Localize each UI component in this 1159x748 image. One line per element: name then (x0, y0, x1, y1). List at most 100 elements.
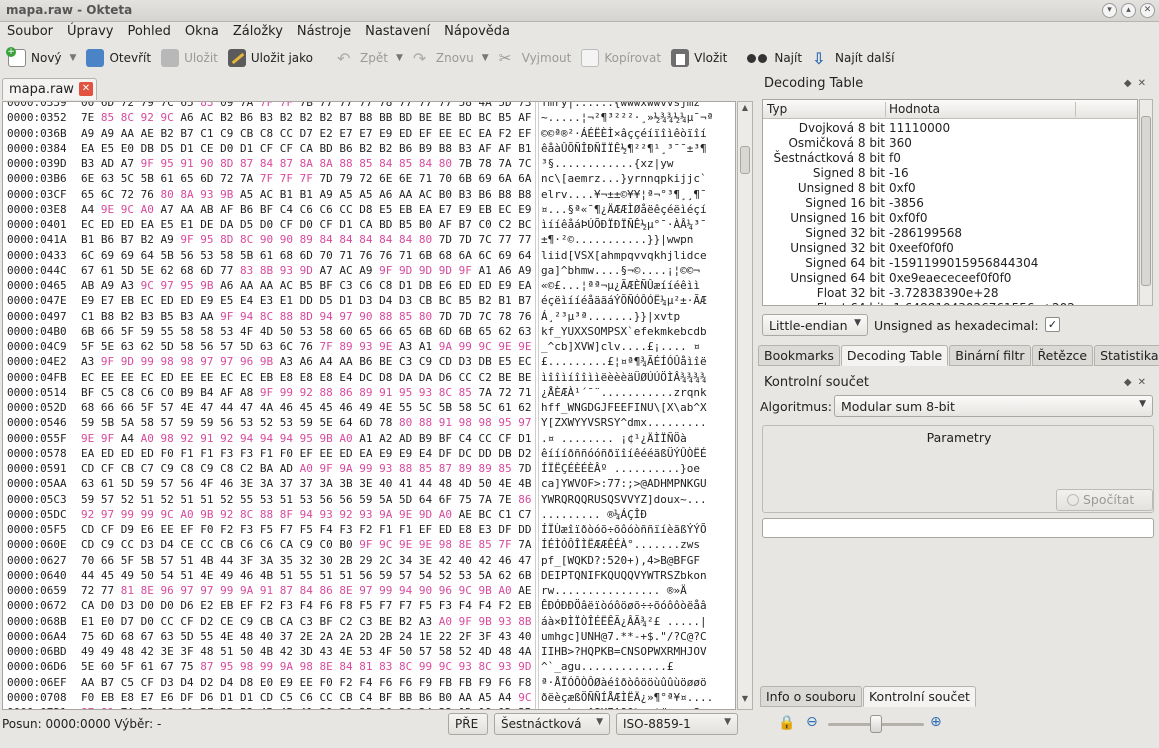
row-ascii[interactable]: DEIPTQNIFKQUQQVYWTRSZbkon (541, 568, 735, 583)
decoding-value[interactable]: 0xeef0f0f0 (889, 241, 954, 256)
tab-bookmarks[interactable]: Bookmarks (758, 345, 840, 366)
decoding-row[interactable]: Float 32 bit -3.72838390e+28 (763, 286, 1137, 301)
decoding-value[interactable]: 11110000 (889, 121, 950, 136)
value-coding-select[interactable]: Šestnáctková ▼ (494, 713, 610, 735)
row-ascii[interactable]: ..zrha_[SKEA90% $#...+8= (541, 705, 735, 709)
tab-file-info[interactable]: Info o souboru (760, 686, 862, 707)
row-ascii[interactable]: ga]^bhmw....§¬©....¡¦©©¬ (541, 263, 735, 278)
row-ascii[interactable]: ca]YWVOF>:77:;>@ADHMPNKGU (541, 476, 735, 491)
endian-select[interactable]: Little-endian ▼ (762, 314, 868, 336)
row-ascii[interactable]: Á¸²³µ³ª.......}}|xvtp (541, 309, 735, 324)
redo-button[interactable]: ↷ Znovu ▼ (409, 45, 495, 71)
row-ascii[interactable]: IIHB>?HQPKB=CNSOPWXRMHJOV (541, 644, 735, 659)
row-ascii[interactable]: «©£...¦ªª¬µ¿ÃÆÈÑÛæííéêìì (541, 278, 735, 293)
tab-strings[interactable]: Řetězce (1031, 345, 1094, 366)
row-hex-bytes[interactable]: E9 E7 EB EC ED ED E9 E5 E4 E3 E1 DD D5 D… (81, 293, 536, 308)
row-ascii[interactable]: _^cb]XVW]clv....£¡.... ¤ (541, 339, 735, 354)
row-hex-bytes[interactable]: 6E 63 5C 5B 61 65 6D 72 7A 7F 7F 7F 7D 7… (81, 171, 536, 186)
decoding-row[interactable]: Float 64 bit -1.64881043026761556e+202 (763, 301, 1137, 305)
decoding-value[interactable]: -286199568 (889, 226, 962, 241)
row-hex-bytes[interactable]: EC EE EE EC ED EE EE EC EC EB E8 E8 E8 E… (81, 370, 536, 385)
decoding-row[interactable]: Signed 16 bit -3856 (763, 196, 1137, 211)
row-ascii[interactable]: ÍÉÌÓÔÎÌËÆÆÊÉÀ°.......zws (541, 537, 735, 552)
decoding-value[interactable]: 0xf0f0 (889, 211, 927, 226)
row-hex-bytes[interactable]: C1 B8 B2 B3 B5 B3 AA 9F 94 8C 88 8D 94 9… (81, 309, 536, 324)
row-hex-bytes[interactable]: 59 5B 5A 58 57 59 59 56 53 52 53 59 5E 6… (81, 415, 536, 430)
decoding-row[interactable]: Šestnáctková 8 bit f0 (763, 151, 1137, 166)
zoom-out-icon[interactable]: ⊖ (806, 714, 818, 730)
menu-zalozky[interactable]: Záložky (226, 22, 290, 42)
row-hex-bytes[interactable]: CD CF D9 E6 EE EF F0 F2 F3 F5 F7 F5 F4 F… (81, 522, 536, 537)
row-hex-bytes[interactable]: 6C 69 69 64 5B 56 53 58 5B 61 68 6D 70 7… (81, 248, 536, 263)
row-hex-bytes[interactable]: A9 A9 AA AE B2 B7 C1 C9 CB C8 CC D7 E2 E… (81, 126, 536, 141)
row-ascii[interactable]: umhgc]UNH@7.**-+$."/?C@?C (541, 629, 735, 644)
scroll-up-icon[interactable]: ▲ (738, 103, 752, 117)
row-hex-bytes[interactable]: 68 66 66 5F 57 4E 47 44 47 4A 46 45 45 4… (81, 400, 536, 415)
find-next-button[interactable]: ⇩ Najít další (808, 45, 900, 71)
chevron-down-icon[interactable]: ▼ (482, 53, 489, 63)
save-button[interactable]: Uložit (157, 45, 224, 71)
save-as-button[interactable]: Uložit jako (224, 45, 319, 71)
row-ascii[interactable]: ^`_agu.............£ (541, 659, 735, 674)
open-button[interactable]: Otevřít (82, 45, 157, 71)
row-hex-bytes[interactable]: 7E 85 8C 92 9C A6 AC B2 B6 B3 B2 B2 B2 B… (81, 110, 536, 125)
row-hex-bytes[interactable]: 63 61 5D 59 57 56 4F 46 3E 3A 37 37 3A 3… (81, 476, 536, 491)
zoom-slider-handle[interactable] (870, 715, 882, 733)
row-ascii[interactable]: kf_YUXXSOMPSX`efekmkebcdb (541, 324, 735, 339)
col-value-header[interactable]: Hodnota (889, 102, 940, 116)
file-tab[interactable]: mapa.raw ✕ (2, 78, 97, 100)
row-ascii[interactable]: rw................ ®»Ä (541, 583, 735, 598)
row-hex-bytes[interactable]: F0 EB E8 E7 E6 DF D6 D1 D1 CD C5 C6 CC C… (81, 690, 536, 705)
minimize-icon[interactable]: ▾ (1102, 3, 1117, 18)
menu-soubor[interactable]: Soubor (0, 22, 60, 42)
row-hex-bytes[interactable]: EC ED ED EA E5 E1 DE DA D5 D0 CF D0 CF D… (81, 217, 536, 232)
row-ascii[interactable]: nc\[aemrz...}yrnnqpkijjc` (541, 171, 735, 186)
decoding-value[interactable]: -16 (889, 166, 909, 181)
row-hex-bytes[interactable]: 87 81 7A 72 68 61 5F 5B 53 4B 45 41 39 3… (81, 705, 536, 709)
row-hex-bytes[interactable]: 00 6D 72 79 7C 65 83 09 7A 7F 7F 7B 77 7… (81, 102, 536, 110)
col-type-header[interactable]: Typ (767, 102, 787, 116)
row-hex-bytes[interactable]: CD C9 CC D3 D4 CE CC CB C6 C6 CA C9 C0 B… (81, 537, 536, 552)
row-hex-bytes[interactable]: 44 45 49 50 54 51 4E 49 46 4B 51 55 51 5… (81, 568, 536, 583)
row-ascii[interactable]: ¤...§ª«¯¶¿ÄÆÆÌØåëêçéëìéçí (541, 202, 735, 217)
row-ascii[interactable]: éçëìííéåäãáÝÕÑÓÔÓË¼µ²±·ÃÆ (541, 293, 735, 308)
lock-icon[interactable]: 🔒 (778, 715, 795, 731)
decoding-value[interactable]: 360 (889, 136, 912, 151)
decoding-row[interactable]: Signed 32 bit -286199568 (763, 226, 1137, 241)
compute-button[interactable]: Spočítat (1056, 489, 1153, 511)
menu-nastaveni[interactable]: Nastavení (358, 22, 437, 42)
decoding-row[interactable]: Unsigned 16 bit 0xf0f0 (763, 211, 1137, 226)
row-hex-bytes[interactable]: 67 61 5D 5E 62 68 6D 77 83 8B 93 9D A7 A… (81, 263, 536, 278)
row-hex-bytes[interactable]: A3 9F 9D 99 98 98 97 97 96 9B A3 A6 A4 A… (81, 354, 536, 369)
tab-binary-filter[interactable]: Binární filtr (949, 345, 1031, 366)
row-ascii[interactable]: ©©ª®²·ÁÉËÈÌ×âççéíïîìêòïîí (541, 126, 735, 141)
row-hex-bytes[interactable]: E1 E0 D7 D0 CC CF D2 CE C9 CB CA C3 BF C… (81, 614, 536, 629)
row-ascii[interactable]: ±¶·²©...........}}|wwpn (541, 232, 735, 247)
scroll-down-icon[interactable]: ▼ (738, 694, 752, 708)
decoding-value[interactable]: -3.72838390e+28 (889, 286, 999, 301)
row-ascii[interactable]: ³­§............{xz|yw (541, 156, 735, 171)
row-ascii[interactable]: liid[VSX[ahmpqvvqkhjlidce (541, 248, 735, 263)
charset-select[interactable]: ISO-8859-1 ▼ (616, 713, 738, 735)
decoding-value[interactable]: -1.64881043026761556e+202 (889, 301, 1075, 305)
decoding-row[interactable]: Unsigned 8 bit 0xf0 (763, 181, 1137, 196)
tab-decoding-table[interactable]: Decoding Table (840, 345, 949, 366)
row-ascii[interactable]: ìîîìíîîììëèèèäÜØÚÚÖÌÂ¾¾¾¾ (541, 370, 735, 385)
row-hex-bytes[interactable]: CD CF CB C7 C9 C8 C9 C8 C2 BA AD A0 9F 9… (81, 461, 536, 476)
decoding-table[interactable]: Typ Hodnota Dvojková 8 bit 11110000 Osmičk… (762, 99, 1138, 306)
row-hex-bytes[interactable]: 49 49 48 42 3E 3F 48 51 50 4B 42 3D 43 4… (81, 644, 536, 659)
row-ascii[interactable]: pf_[WQKD?:520+),4>B@BFGF (541, 553, 735, 568)
decoding-value[interactable]: -1591199015956844304 (889, 256, 1038, 271)
row-hex-bytes[interactable]: CA D0 D3 D0 D0 D6 E2 EB EF F2 F3 F4 F6 F… (81, 598, 536, 613)
row-ascii[interactable]: YWRQRQQRUSQSVVYZ]doux~... (541, 492, 735, 507)
decoding-scrollbar[interactable] (1139, 99, 1153, 306)
close-icon[interactable]: ✕ (1140, 3, 1155, 18)
checksum-result-field[interactable] (762, 518, 1154, 538)
row-hex-bytes[interactable]: AB A9 A3 9C 97 95 9B A6 AA AA AC B5 BF C… (81, 278, 536, 293)
menu-upravy[interactable]: Úpravy (60, 22, 120, 42)
scrollbar-thumb[interactable] (1141, 116, 1151, 286)
row-hex-bytes[interactable]: EA ED ED ED F0 F1 F1 F3 F3 F1 F0 EF EE E… (81, 446, 536, 461)
decoding-row[interactable]: Unsigned 64 bit 0xe9eaececeef0f0f0 (763, 271, 1137, 286)
row-ascii[interactable]: ¿ÅÈÆÀ¹´¯¨...........zrqnk (541, 385, 735, 400)
row-hex-bytes[interactable]: 92 97 99 99 9C A0 9B 92 8C 88 8F 94 93 9… (81, 507, 536, 522)
